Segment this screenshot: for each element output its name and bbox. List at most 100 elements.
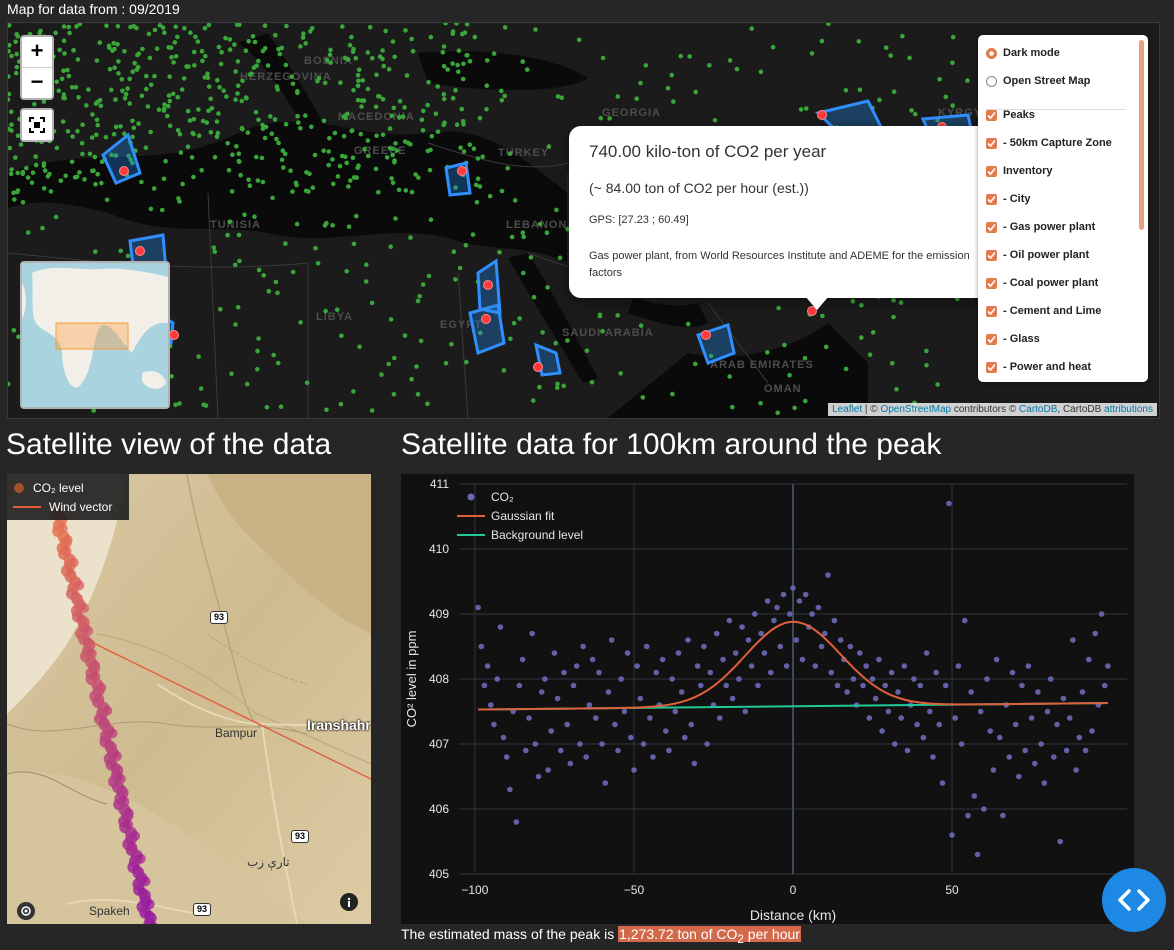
layer-capture-zone[interactable]: - 50km Capture Zone xyxy=(986,137,1112,149)
leaflet-link[interactable]: Leaflet xyxy=(832,404,862,415)
inventory-dot xyxy=(219,50,224,55)
inventory-dot xyxy=(254,154,259,160)
layer-power-and-heat[interactable]: - Power and heat xyxy=(986,361,1091,373)
radio-selected-icon[interactable] xyxy=(986,47,997,59)
inventory-dot xyxy=(520,59,525,64)
co2-point xyxy=(500,734,507,741)
inventory-dot xyxy=(924,348,929,354)
layer-city[interactable]: - City xyxy=(986,193,1031,205)
inventory-dot xyxy=(303,41,309,46)
co2-point xyxy=(930,754,936,760)
layer-open-street-map[interactable]: Open Street Map xyxy=(986,75,1090,87)
inventory-dot xyxy=(111,131,117,137)
inventory-dot xyxy=(62,51,67,56)
satellite-map[interactable]: CO₂ level Wind vector Iranshahr Bampur S… xyxy=(7,474,371,924)
y-tick-label: 410 xyxy=(429,542,449,556)
osm-link[interactable]: OpenStreetMap xyxy=(880,404,951,415)
co2-point xyxy=(624,650,631,656)
legend-wind[interactable]: Wind vector xyxy=(13,500,112,514)
road-badge: 93 xyxy=(210,611,229,624)
inventory-dot xyxy=(373,104,379,110)
inventory-dot xyxy=(33,162,39,168)
checkbox-checked-icon[interactable] xyxy=(986,249,997,261)
inventory-dot xyxy=(205,75,211,80)
inventory-dot xyxy=(345,111,350,117)
inventory-dot xyxy=(284,23,289,29)
inventory-dot xyxy=(363,279,369,284)
inventory-dot xyxy=(177,401,182,406)
inventory-dot xyxy=(61,38,67,43)
emission-map[interactable]: HERZEGOVINA BOSNIA MACEDONIA GREECE TURK… xyxy=(7,22,1160,419)
mapbox-logo-icon[interactable] xyxy=(17,902,35,920)
layer-gas-power-plant[interactable]: - Gas power plant xyxy=(986,221,1095,233)
checkbox-checked-icon[interactable] xyxy=(986,221,997,233)
cartodb-link[interactable]: CartoDB xyxy=(1019,404,1057,415)
inventory-dot xyxy=(508,336,513,342)
place-label: Bampur xyxy=(215,726,258,740)
inventory-dot xyxy=(170,91,176,97)
checkbox-checked-icon[interactable] xyxy=(986,305,997,317)
layer-label: - City xyxy=(1003,193,1031,205)
inventory-dot xyxy=(202,26,208,31)
inventory-dot xyxy=(770,44,776,50)
inventory-dot xyxy=(185,144,191,149)
layer-scrollbar[interactable] xyxy=(1139,40,1144,230)
legend-co2[interactable]: CO₂ level xyxy=(13,481,84,495)
co2-point xyxy=(484,663,491,669)
checkbox-checked-icon[interactable] xyxy=(986,137,997,149)
checkbox-checked-icon[interactable] xyxy=(986,165,997,177)
inventory-dot xyxy=(71,48,76,53)
y-tick-label: 407 xyxy=(429,737,449,751)
co2-chart-svg[interactable]: 405 406 407 408 409 410 411 −100 −50 0 50 Distance … xyxy=(401,474,1134,924)
co2-point xyxy=(793,637,799,643)
radio-icon[interactable] xyxy=(986,75,997,87)
inventory-dot xyxy=(260,48,266,54)
inventory-dot xyxy=(145,104,151,109)
inventory-dot xyxy=(104,23,109,29)
zoom-out-button[interactable]: − xyxy=(22,67,52,98)
co2-point xyxy=(1098,611,1105,617)
inventory-dot xyxy=(8,97,11,102)
co2-point xyxy=(847,643,854,650)
inventory-dot xyxy=(181,76,187,81)
co2-chart[interactable]: 405 406 407 408 409 410 411 −100 −50 0 50 Distance … xyxy=(401,474,1134,924)
inventory-dot xyxy=(208,130,214,135)
inventory-dot xyxy=(11,190,16,196)
layer-coal-power-plant[interactable]: - Coal power plant xyxy=(986,277,1098,289)
co2-point xyxy=(809,611,815,617)
inventory-dot xyxy=(290,269,296,275)
co2-point xyxy=(965,812,971,819)
checkbox-checked-icon[interactable] xyxy=(986,361,997,373)
co2-point xyxy=(1041,780,1048,786)
co2-point xyxy=(1044,708,1051,715)
info-icon[interactable] xyxy=(340,893,358,911)
layer-inventory[interactable]: Inventory xyxy=(986,165,1053,177)
inventory-dot xyxy=(69,85,75,90)
co2-point xyxy=(589,656,596,663)
layer-peaks[interactable]: Peaks xyxy=(986,109,1035,121)
zoom-in-button[interactable]: + xyxy=(22,37,52,67)
checkbox-checked-icon[interactable] xyxy=(986,333,997,345)
checkbox-checked-icon[interactable] xyxy=(986,277,997,289)
fullscreen-button[interactable] xyxy=(20,108,54,142)
inventory-dot xyxy=(607,116,612,121)
inventory-dot xyxy=(386,67,392,72)
satellite-imagery[interactable] xyxy=(7,474,371,924)
inventory-dot xyxy=(166,45,171,50)
layer-oil-power-plant[interactable]: - Oil power plant xyxy=(986,249,1089,261)
inventory-dot xyxy=(859,335,864,340)
inventory-dot xyxy=(537,221,543,227)
inventory-dot xyxy=(148,82,154,88)
inventory-dot xyxy=(200,58,205,64)
layer-dark-mode[interactable]: Dark mode xyxy=(986,47,1060,59)
layer-cement-and-lime[interactable]: - Cement and Lime xyxy=(986,305,1101,317)
overview-minimap[interactable] xyxy=(20,261,170,409)
peak-marker xyxy=(533,362,543,372)
code-toggle-button[interactable] xyxy=(1102,868,1166,932)
inventory-dot xyxy=(950,34,956,40)
checkbox-checked-icon[interactable] xyxy=(986,109,997,121)
layer-glass[interactable]: - Glass xyxy=(986,333,1040,345)
checkbox-checked-icon[interactable] xyxy=(986,193,997,205)
attributions-link[interactable]: attributions xyxy=(1104,404,1153,415)
inventory-dot xyxy=(388,317,394,322)
